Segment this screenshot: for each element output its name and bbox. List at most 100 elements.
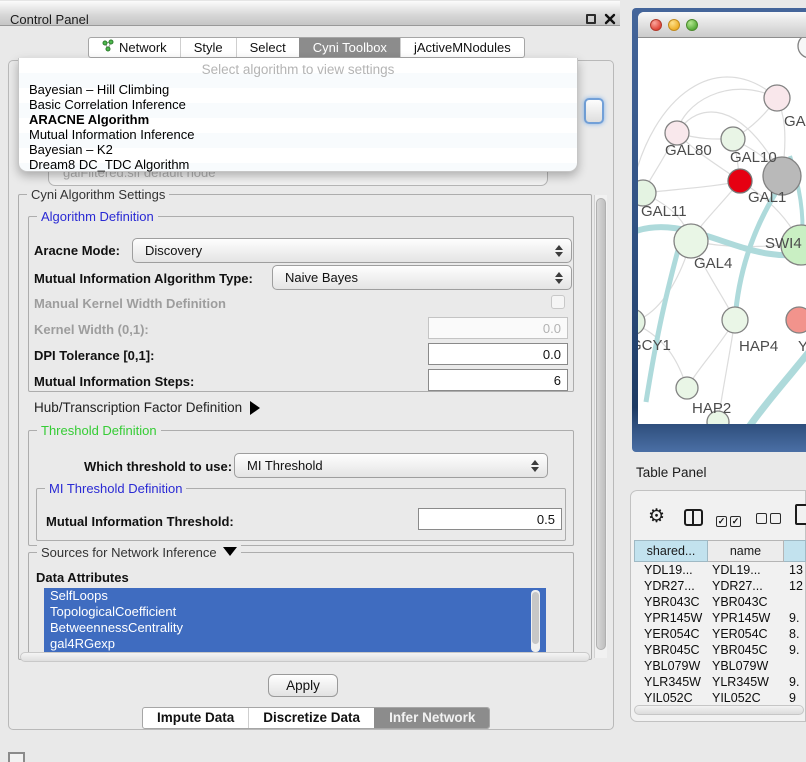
hub-definition-expander[interactable]: Hub/Transcription Factor Definition — [34, 400, 260, 415]
node-label: GAL4 — [694, 255, 732, 272]
collapse-down-icon[interactable] — [223, 547, 237, 556]
column-header-shared-name[interactable]: shared... — [634, 540, 708, 562]
expander-right-icon — [250, 401, 260, 415]
cell: 9. — [784, 642, 806, 658]
cell: YDL19... — [708, 562, 784, 578]
cell: YLR345W — [708, 674, 784, 690]
scrollbar-thumb[interactable] — [532, 592, 539, 644]
close-window-icon[interactable] — [650, 19, 662, 31]
which-threshold-label: Which threshold to use: — [84, 459, 232, 474]
manual-kernel-checkbox[interactable] — [551, 295, 565, 309]
unchecked-box-icon — [770, 513, 781, 524]
node-salmon — [786, 307, 806, 333]
network-nodes[interactable] — [638, 38, 806, 424]
algorithm-option[interactable]: Mutual Information Inference — [29, 127, 569, 142]
deselect-all-columns-icon[interactable] — [756, 512, 784, 527]
table-row[interactable]: YDL19...YDL19...13 — [634, 562, 806, 578]
mi-steps-field[interactable] — [428, 369, 568, 391]
tab-infer-network[interactable]: Infer Network — [374, 708, 489, 728]
aracne-mode-combo[interactable]: Discovery — [132, 238, 572, 263]
column-header-clipped[interactable] — [784, 540, 806, 562]
algorithm-option[interactable]: Bayesian – Hill Climbing — [29, 82, 569, 97]
tab-cyni-toolbox-label: Cyni Toolbox — [313, 38, 387, 57]
sources-title: Sources for Network Inference — [37, 545, 241, 560]
table-settings-gear-icon[interactable]: ⚙ — [648, 505, 665, 528]
node-hap2 — [676, 377, 698, 399]
table-row[interactable]: YBR043CYBR043C — [634, 594, 806, 610]
cell: YER054C — [708, 626, 784, 642]
tab-style-label: Style — [194, 38, 223, 57]
node-label: Y — [798, 338, 806, 355]
attribute-item-selected[interactable]: BetweennessCentrality — [44, 620, 546, 636]
cell: YPR145W — [634, 610, 708, 626]
table-row[interactable]: YER054CYER054C8. — [634, 626, 806, 642]
which-threshold-combo[interactable]: MI Threshold — [234, 453, 548, 478]
node-label: GCY1 — [638, 337, 671, 354]
tab-select[interactable]: Select — [236, 38, 299, 57]
close-panel-icon[interactable] — [604, 13, 616, 25]
algorithm-option[interactable]: Basic Correlation Inference — [29, 97, 569, 112]
table-row[interactable]: YDR27...YDR27...12 — [634, 578, 806, 594]
algorithm-option[interactable]: Dream8 DC_TDC Algorithm — [29, 157, 569, 172]
tab-style[interactable]: Style — [180, 38, 236, 57]
table-body[interactable]: YDL19...YDL19...13 YDR27...YDR27...12 YB… — [634, 562, 806, 703]
aracne-mode-value: Discovery — [145, 243, 202, 258]
data-attributes-label: Data Attributes — [36, 570, 129, 585]
scrollbar-thumb[interactable] — [596, 198, 606, 650]
kernel-width-field[interactable] — [428, 317, 568, 339]
mi-steps-label: Mutual Information Steps: — [34, 374, 194, 389]
table-row[interactable]: YBR045CYBR045C9. — [634, 642, 806, 658]
manual-kernel-label: Manual Kernel Width Definition — [34, 296, 226, 311]
mi-threshold-label: Mutual Information Threshold: — [46, 514, 234, 529]
tab-cyni-toolbox[interactable]: Cyni Toolbox — [299, 38, 400, 57]
node-label: HAP2 — [692, 400, 731, 417]
network-graph-icon — [102, 38, 114, 57]
tab-impute-data[interactable]: Impute Data — [143, 708, 248, 728]
tab-network[interactable]: Network — [89, 38, 180, 57]
float-panel-icon[interactable] — [586, 14, 596, 24]
table-panel-title: Table Panel — [636, 465, 707, 480]
settings-horizontal-scrollbar[interactable] — [20, 652, 590, 662]
cell: 9. — [784, 674, 806, 690]
column-layout-icon[interactable] — [684, 509, 703, 526]
minimize-window-icon[interactable] — [668, 19, 680, 31]
table-row[interactable]: YBL079WYBL079W — [634, 658, 806, 674]
minimized-panel-icon[interactable] — [8, 752, 25, 762]
attribute-list-scrollbar[interactable] — [531, 590, 540, 652]
network-window: GAL GAL80 GAL10 GAL1 GAL11 SWI4 GAL4 GCY… — [638, 12, 806, 424]
cell: YDL19... — [634, 562, 708, 578]
node-label: GAL80 — [665, 142, 712, 159]
dpi-tolerance-field[interactable] — [428, 343, 568, 365]
attribute-item-selected[interactable]: SelfLoops — [44, 588, 546, 604]
zoom-window-icon[interactable] — [686, 19, 698, 31]
cell: 12 — [784, 578, 806, 594]
apply-button[interactable]: Apply — [268, 674, 338, 697]
node — [798, 38, 806, 58]
algorithm-dropdown-popup: Select algorithm to view settings Bayesi… — [18, 58, 578, 172]
attribute-item-selected[interactable]: gal4RGexp — [44, 636, 546, 652]
mi-threshold-definition-title: MI Threshold Definition — [45, 481, 186, 496]
mi-threshold-field[interactable] — [418, 508, 562, 530]
column-header-name[interactable]: name — [708, 540, 784, 562]
table-row[interactable]: YIL052CYIL052C9 — [634, 690, 806, 703]
export-table-icon[interactable] — [795, 504, 806, 525]
network-window-titlebar[interactable] — [638, 12, 806, 38]
settings-vertical-scrollbar[interactable] — [594, 195, 607, 658]
data-attributes-list[interactable]: SelfLoops TopologicalCoefficient Between… — [44, 588, 546, 654]
mi-type-combo[interactable]: Naive Bayes — [272, 265, 572, 290]
node-gcy1 — [638, 309, 645, 335]
attribute-item-selected[interactable]: TopologicalCoefficient — [44, 604, 546, 620]
tab-jactivemnodules[interactable]: jActiveMNodules — [400, 38, 524, 57]
cell: YBR045C — [634, 642, 708, 658]
select-all-columns-icon[interactable]: ✓✓ — [716, 512, 744, 527]
algorithm-option[interactable]: Bayesian – K2 — [29, 142, 569, 157]
combo-stepper-icon — [531, 460, 539, 472]
mi-type-value: Naive Bayes — [285, 270, 358, 285]
algorithm-combo-stepper[interactable] — [584, 98, 604, 124]
table-horizontal-scrollbar[interactable] — [634, 705, 804, 715]
tab-discretize-data[interactable]: Discretize Data — [248, 708, 374, 728]
algorithm-option-selected[interactable]: ARACNE Algorithm — [29, 112, 569, 127]
table-row[interactable]: YLR345WYLR345W9. — [634, 674, 806, 690]
table-row[interactable]: YPR145WYPR145W9. — [634, 610, 806, 626]
network-canvas[interactable]: GAL GAL80 GAL10 GAL1 GAL11 SWI4 GAL4 GCY… — [638, 38, 806, 424]
